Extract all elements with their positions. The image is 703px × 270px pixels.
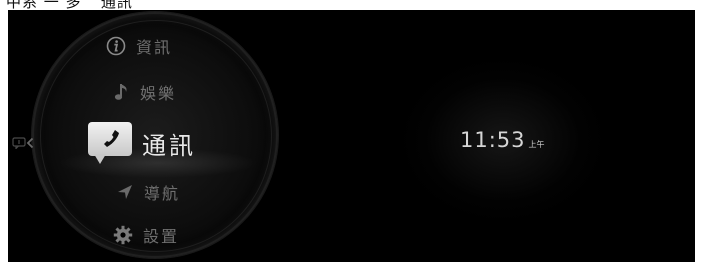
message-icon bbox=[12, 134, 26, 153]
clock: 11:53 上午 bbox=[460, 128, 545, 152]
gear-icon bbox=[113, 225, 133, 245]
menu-item-communication[interactable]: 通訊 bbox=[88, 122, 196, 164]
menu-item-label: 導航 bbox=[144, 184, 181, 203]
navigation-arrow-icon bbox=[116, 183, 134, 201]
menu-item-label: 娛樂 bbox=[140, 84, 177, 103]
menu-item-navigation[interactable]: 導航 bbox=[116, 180, 180, 204]
infotainment-screen: 資訊 娛樂 通訊 導航 設置 11:53 上午 bbox=[8, 10, 695, 262]
menu-item-label: 設置 bbox=[143, 227, 180, 246]
menu-item-label: 資訊 bbox=[136, 38, 173, 57]
car-infotainment-screenshot: 中系 一 多 ^通訊 資訊 娛樂 通訊 導航 設置 11:53 上午 bbox=[0, 0, 703, 270]
menu-item-info[interactable]: 資訊 bbox=[106, 34, 172, 58]
info-icon bbox=[106, 36, 126, 56]
side-panel-toggle[interactable] bbox=[12, 134, 34, 153]
menu-item-settings[interactable]: 設置 bbox=[113, 223, 179, 247]
chevron-left-icon bbox=[26, 134, 34, 153]
music-note-icon bbox=[114, 82, 130, 102]
menu-item-entertainment[interactable]: 娛樂 bbox=[114, 80, 176, 104]
clock-ampm: 上午 bbox=[528, 140, 545, 149]
menu-item-label: 通訊 bbox=[142, 131, 196, 160]
phone-icon bbox=[88, 122, 132, 164]
clock-time: 11:53 bbox=[460, 128, 526, 152]
